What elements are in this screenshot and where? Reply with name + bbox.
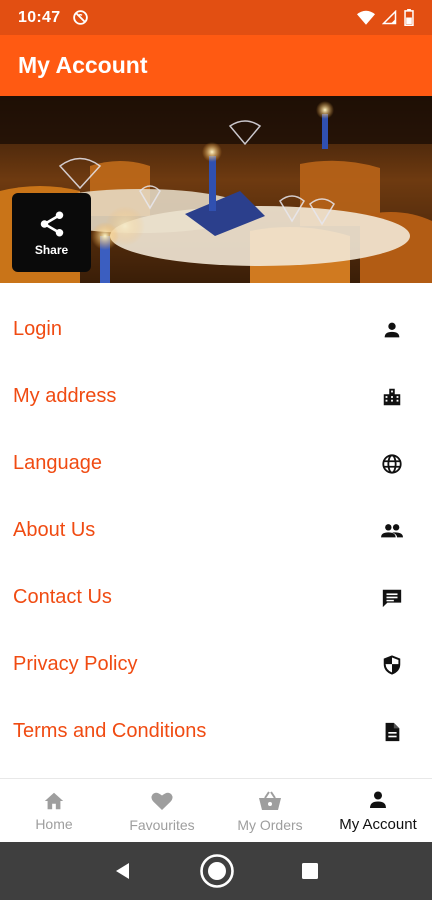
account-menu: Login My address Language About Us Conta… xyxy=(0,296,432,765)
share-button[interactable]: Share xyxy=(12,193,91,272)
nav-tab-my-orders[interactable]: My Orders xyxy=(216,779,324,842)
building-icon xyxy=(380,385,404,409)
app-bar: My Account xyxy=(0,35,432,96)
status-bar: 10:47 xyxy=(0,0,432,35)
page-title: My Account xyxy=(18,52,148,78)
share-icon xyxy=(40,211,63,236)
home-system-button[interactable] xyxy=(199,853,235,889)
chat-icon xyxy=(380,586,404,610)
home-circle-icon xyxy=(200,854,234,888)
recents-button[interactable] xyxy=(301,862,319,880)
person-icon xyxy=(370,791,386,808)
menu-item-terms-and-conditions[interactable]: Terms and Conditions xyxy=(0,698,432,765)
share-label: Share xyxy=(34,242,69,257)
menu-item-label: Contact Us xyxy=(13,586,112,608)
document-icon xyxy=(380,720,404,744)
screen: 10:47 My Account Share Login My address … xyxy=(0,0,432,900)
menu-item-label: Login xyxy=(13,318,62,340)
back-triangle-icon xyxy=(116,863,129,879)
status-icons xyxy=(357,9,414,26)
menu-item-language[interactable]: Language xyxy=(0,430,432,497)
do-not-disturb-icon xyxy=(73,10,89,25)
home-icon xyxy=(44,792,64,809)
menu-item-contact-us[interactable]: Contact Us xyxy=(0,564,432,631)
heart-icon xyxy=(151,792,173,810)
menu-item-label: Terms and Conditions xyxy=(13,720,207,742)
nav-tab-label: My Account xyxy=(339,816,417,833)
people-icon xyxy=(380,519,404,543)
nav-tab-label: Home xyxy=(35,815,73,832)
system-navigation-bar xyxy=(0,842,432,900)
globe-icon xyxy=(380,452,404,476)
status-time: 10:47 xyxy=(18,8,61,26)
basket-icon xyxy=(259,790,281,810)
menu-item-about-us[interactable]: About Us xyxy=(0,497,432,564)
signal-icon xyxy=(382,10,397,25)
person-icon xyxy=(380,318,404,342)
nav-tab-home[interactable]: Home xyxy=(0,779,108,842)
nav-tab-label: My Orders xyxy=(237,816,303,833)
back-button[interactable] xyxy=(113,861,133,881)
menu-item-label: About Us xyxy=(13,519,96,541)
menu-item-login[interactable]: Login xyxy=(0,296,432,363)
shield-icon xyxy=(380,653,404,677)
menu-item-label: My address xyxy=(13,385,117,407)
wifi-icon xyxy=(357,10,375,25)
nav-tab-my-account[interactable]: My Account xyxy=(324,779,432,842)
menu-item-my-address[interactable]: My address xyxy=(0,363,432,430)
nav-tab-favourites[interactable]: Favourites xyxy=(108,779,216,842)
recents-square-icon xyxy=(302,863,318,879)
menu-item-label: Language xyxy=(13,452,102,474)
menu-item-privacy-policy[interactable]: Privacy Policy xyxy=(0,631,432,698)
nav-tab-label: Favourites xyxy=(129,816,195,833)
bottom-navigation: Home Favourites My Orders My Account xyxy=(0,778,432,842)
battery-icon xyxy=(404,9,414,26)
menu-item-label: Privacy Policy xyxy=(13,653,138,675)
